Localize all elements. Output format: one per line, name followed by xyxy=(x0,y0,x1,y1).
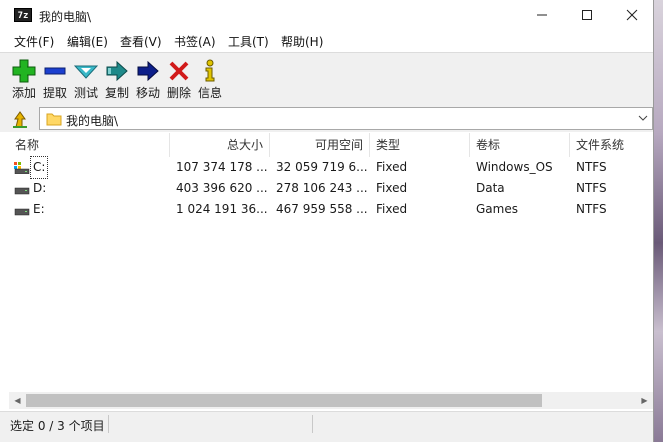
file-list: 名称 总大小 可用空间 类型 卷标 文件系统 C: 107 374 178 ..… xyxy=(9,133,653,410)
list-header: 名称 总大小 可用空间 类型 卷标 文件系统 xyxy=(9,133,653,157)
horizontal-scrollbar[interactable]: ◀ ▶ xyxy=(9,392,653,409)
menu-edit[interactable]: 编辑(E) xyxy=(67,33,108,50)
minimize-button[interactable] xyxy=(519,0,565,30)
drive-total-size: 403 396 620 ... xyxy=(176,181,268,195)
menu-file[interactable]: 文件(F) xyxy=(14,33,54,50)
move-label: 移动 xyxy=(135,86,160,100)
drive-type: Fixed xyxy=(376,181,408,195)
status-bar: 选定 0 / 3 个项目 xyxy=(0,411,653,442)
info-icon xyxy=(205,59,215,82)
extract-button[interactable]: 提取 xyxy=(40,55,70,101)
path-text: 我的电脑\ xyxy=(66,114,119,128)
info-label: 信息 xyxy=(197,86,222,100)
close-button[interactable] xyxy=(609,0,655,30)
info-button[interactable]: 信息 xyxy=(195,55,225,101)
drive-total-size: 1 024 191 36... xyxy=(176,202,268,216)
maximize-button[interactable] xyxy=(564,0,610,30)
drive-free-space: 32 059 719 6... xyxy=(276,160,368,174)
drive-total-size: 107 374 178 ... xyxy=(176,160,268,174)
col-header-total-size[interactable]: 总大小 xyxy=(170,133,270,157)
drive-name: D: xyxy=(33,181,47,195)
drive-label: Games xyxy=(476,202,518,216)
col-header-name[interactable]: 名称 xyxy=(9,133,170,157)
drive-filesystem: NTFS xyxy=(576,160,607,174)
menu-bar: 文件(F) 编辑(E) 查看(V) 书签(A) 工具(T) 帮助(H) xyxy=(0,30,653,52)
drive-filesystem: NTFS xyxy=(576,181,607,195)
up-folder-button[interactable] xyxy=(10,109,30,129)
hard-drive-icon xyxy=(14,208,30,216)
app-icon: 7z xyxy=(14,8,32,22)
hard-drive-icon xyxy=(14,187,30,195)
address-bar: 我的电脑\ xyxy=(0,104,653,132)
close-icon xyxy=(626,9,638,21)
selection-status: 选定 0 / 3 个项目 xyxy=(10,419,105,433)
table-row[interactable]: E: 1 024 191 36... 467 959 558 ... Fixed… xyxy=(9,199,653,220)
delete-x-icon xyxy=(169,61,189,81)
test-button[interactable]: 测试 xyxy=(71,55,101,101)
table-row[interactable]: D: 403 396 620 ... 278 106 243 ... Fixed… xyxy=(9,178,653,199)
status-divider xyxy=(312,415,313,433)
col-header-filesystem[interactable]: 文件系统 xyxy=(570,133,653,157)
drive-filesystem: NTFS xyxy=(576,202,607,216)
delete-label: 删除 xyxy=(166,86,191,100)
copy-button[interactable]: 复制 xyxy=(102,55,132,101)
menu-view[interactable]: 查看(V) xyxy=(120,33,162,50)
drive-free-space: 278 106 243 ... xyxy=(276,181,368,195)
plus-icon xyxy=(12,59,36,83)
minus-icon xyxy=(44,67,66,75)
drive-name: E: xyxy=(33,202,45,216)
up-arrow-icon xyxy=(13,111,27,128)
maximize-icon xyxy=(582,10,592,20)
window-title: 我的电脑\ xyxy=(39,10,92,24)
menu-tools[interactable]: 工具(T) xyxy=(228,33,269,50)
system-drive-icon xyxy=(14,162,30,174)
col-header-label[interactable]: 卷标 xyxy=(470,133,570,157)
table-row[interactable]: C: 107 374 178 ... 32 059 719 6... Fixed… xyxy=(9,156,653,179)
move-button[interactable]: 移动 xyxy=(133,55,163,101)
scrollbar-thumb[interactable] xyxy=(26,394,542,407)
scroll-left-icon[interactable]: ◀ xyxy=(9,392,26,409)
folder-icon xyxy=(46,113,62,126)
drive-label: Data xyxy=(476,181,505,195)
toolbar: 添加 提取 测试 复制 移动 删除 信息 xyxy=(0,52,653,104)
menu-help[interactable]: 帮助(H) xyxy=(281,33,323,50)
drive-type: Fixed xyxy=(376,202,408,216)
scroll-right-icon[interactable]: ▶ xyxy=(636,392,653,409)
add-label: 添加 xyxy=(11,86,36,100)
delete-button[interactable]: 删除 xyxy=(164,55,194,101)
drive-name: C: xyxy=(29,156,49,179)
title-bar[interactable]: 7z 我的电脑\ xyxy=(0,0,653,30)
drive-label: Windows_OS xyxy=(476,160,553,174)
minimize-icon xyxy=(537,14,547,16)
path-input[interactable]: 我的电脑\ xyxy=(39,107,653,130)
test-label: 测试 xyxy=(73,86,98,100)
extract-label: 提取 xyxy=(42,86,67,100)
chevron-down-icon[interactable] xyxy=(638,111,648,128)
col-header-free-space[interactable]: 可用空间 xyxy=(270,133,370,157)
status-divider xyxy=(108,415,109,433)
move-arrow-icon xyxy=(137,60,159,82)
drive-type: Fixed xyxy=(376,160,408,174)
add-button[interactable]: 添加 xyxy=(9,55,39,101)
copy-label: 复制 xyxy=(104,86,129,100)
app-window: 7z 我的电脑\ 文件(F) 编辑(E) 查看(V) 书签(A) 工具(T) 帮… xyxy=(0,0,654,442)
col-header-type[interactable]: 类型 xyxy=(370,133,470,157)
drive-free-space: 467 959 558 ... xyxy=(276,202,368,216)
copy-arrow-icon xyxy=(106,60,128,82)
menu-bookmarks[interactable]: 书签(A) xyxy=(174,33,216,50)
desktop-wallpaper xyxy=(653,0,663,442)
check-chevron-icon xyxy=(74,65,98,79)
